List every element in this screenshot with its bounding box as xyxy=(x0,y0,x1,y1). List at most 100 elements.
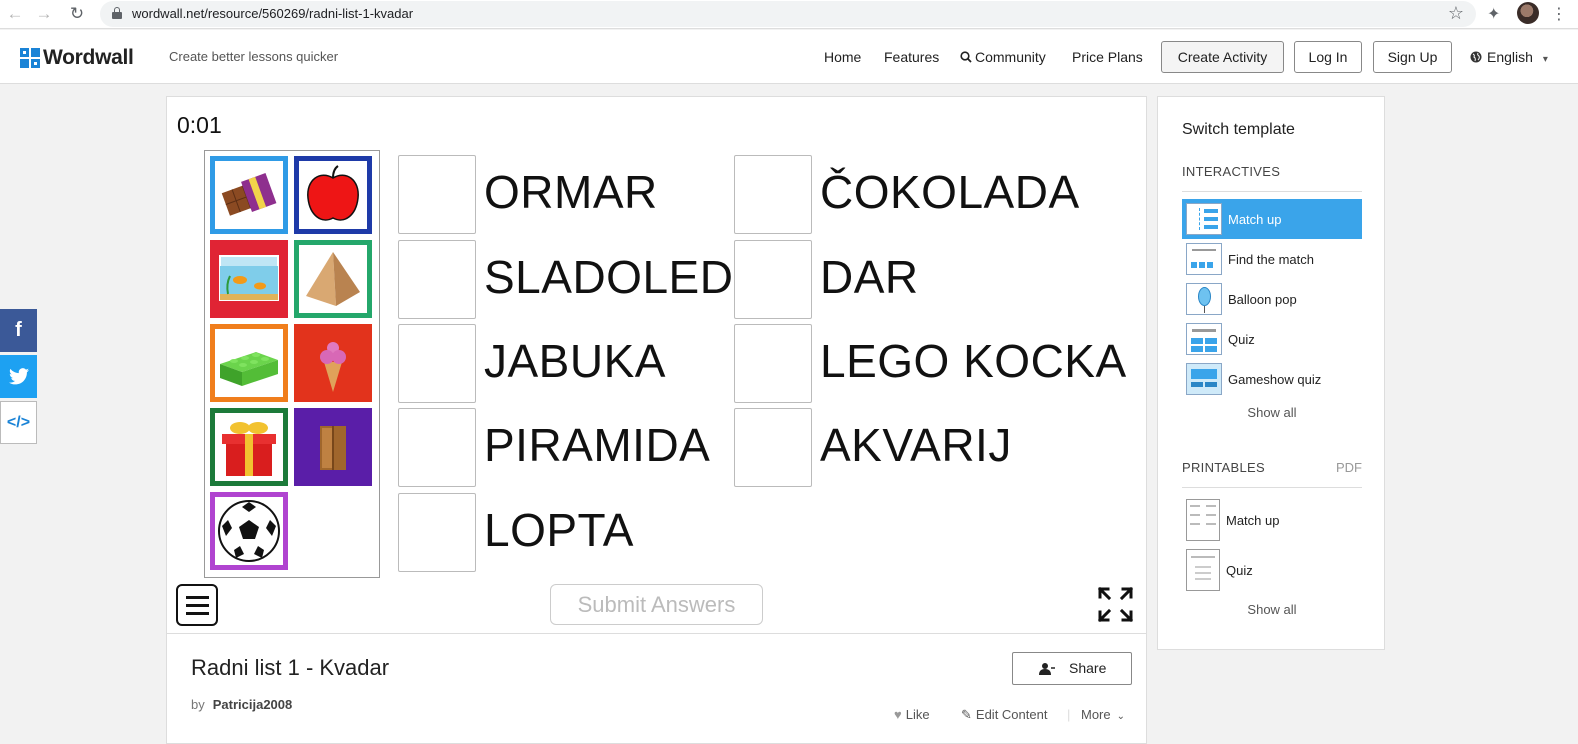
heart-icon: ♥ xyxy=(894,707,902,722)
template-sidebar: Switch template INTERACTIVES Match up Fi… xyxy=(1157,96,1385,650)
template-label: Quiz xyxy=(1228,331,1255,347)
show-all-printables[interactable]: Show all xyxy=(1182,602,1362,617)
image-tile-chocolate-bar[interactable] xyxy=(210,156,288,234)
tagline: Create better lessons quicker xyxy=(169,49,339,64)
word-jabuka: JABUKA xyxy=(484,335,666,387)
chevron-down-icon: ▾ xyxy=(1542,54,1548,65)
facebook-icon: f xyxy=(15,319,22,341)
image-tile-lego-brick[interactable] xyxy=(210,324,288,402)
nav-price-plans[interactable]: Price Plans xyxy=(1072,49,1143,65)
author-link[interactable]: Patricija2008 xyxy=(213,697,293,712)
word-piramida: PIRAMIDA xyxy=(484,419,711,471)
template-balloon-pop[interactable]: Balloon pop xyxy=(1182,279,1362,319)
gameshow-template-icon xyxy=(1186,363,1222,395)
wordwall-logo-icon xyxy=(20,48,40,68)
quiz-template-icon xyxy=(1186,323,1222,355)
bookmark-star-icon[interactable]: ☆ xyxy=(1448,3,1464,24)
search-icon xyxy=(960,51,972,63)
image-tile-ice-cream[interactable] xyxy=(294,324,372,402)
pdf-label: PDF xyxy=(1336,460,1362,475)
edit-content-button[interactable]: ✎ Edit Content xyxy=(961,707,1047,723)
share-button[interactable]: Share xyxy=(1012,652,1132,685)
football-icon xyxy=(218,500,280,562)
embed-button[interactable]: </> xyxy=(0,401,37,444)
drop-slot-lopta[interactable] xyxy=(398,493,476,572)
sidebar-rule xyxy=(1182,191,1362,192)
switch-template-title: Switch template xyxy=(1182,121,1295,138)
interactives-heading: INTERACTIVES xyxy=(1182,164,1281,179)
more-label: More xyxy=(1081,707,1111,722)
site-header: Wordwall Create better lessons quicker H… xyxy=(0,30,1578,84)
image-tile-football[interactable] xyxy=(210,492,288,570)
image-tile-pyramid[interactable] xyxy=(294,240,372,318)
image-tile-wardrobe[interactable] xyxy=(294,408,372,486)
logo-text: Wordwall xyxy=(43,46,134,69)
word-sladoled: SLADOLED xyxy=(484,251,734,303)
like-button[interactable]: ♥ Like xyxy=(894,707,930,722)
more-button[interactable]: More ⌄ xyxy=(1081,707,1125,722)
back-icon[interactable]: ← xyxy=(4,3,26,25)
nav-community[interactable]: Community xyxy=(960,49,1046,65)
drop-slot-dar[interactable] xyxy=(734,240,812,319)
forward-icon[interactable]: → xyxy=(33,3,55,25)
drop-slot-piramida[interactable] xyxy=(398,408,476,487)
activity-title: Radni list 1 - Kvadar xyxy=(191,655,390,680)
user-icon xyxy=(1039,663,1055,675)
template-label: Find the match xyxy=(1228,251,1314,267)
drop-slot-lego-kocka[interactable] xyxy=(734,324,812,403)
create-activity-button[interactable]: Create Activity xyxy=(1161,41,1284,73)
facebook-share-button[interactable]: f xyxy=(0,309,37,352)
ice-cream-icon xyxy=(320,342,346,392)
template-label: Balloon pop xyxy=(1228,291,1297,307)
match-up-template-icon xyxy=(1186,203,1222,235)
language-selector[interactable]: English ▾ xyxy=(1470,49,1548,65)
edit-label: Edit Content xyxy=(975,707,1048,722)
log-in-button[interactable]: Log In xyxy=(1294,41,1362,73)
drop-slot-ormar[interactable] xyxy=(398,155,476,234)
timer: 0:01 xyxy=(177,112,222,138)
find-the-match-template-icon xyxy=(1186,243,1222,275)
word-lopta: LOPTA xyxy=(484,504,634,556)
apple-icon xyxy=(307,165,359,221)
balloon-template-icon xyxy=(1186,283,1222,315)
address-bar[interactable]: wordwall.net/resource/560269/radni-list-… xyxy=(100,1,1476,27)
sign-up-button[interactable]: Sign Up xyxy=(1373,41,1452,73)
template-find-the-match[interactable]: Find the match xyxy=(1182,239,1362,279)
printable-quiz[interactable]: Quiz xyxy=(1182,547,1362,593)
printable-match-up[interactable]: Match up xyxy=(1182,497,1362,543)
template-match-up[interactable]: Match up xyxy=(1182,199,1362,239)
template-label: Match up xyxy=(1228,211,1282,227)
footer-separator: | xyxy=(1067,707,1071,722)
drop-slot-jabuka[interactable] xyxy=(398,324,476,403)
extensions-icon[interactable]: ✦ xyxy=(1487,4,1500,24)
browser-toolbar: ← → ↻ wordwall.net/resource/560269/radni… xyxy=(0,0,1578,29)
drop-slot-cokolada[interactable] xyxy=(734,155,812,234)
nav-community-label: Community xyxy=(975,49,1046,65)
profile-avatar[interactable] xyxy=(1517,2,1539,24)
reload-icon[interactable]: ↻ xyxy=(66,3,88,25)
twitter-share-button[interactable] xyxy=(0,355,37,398)
wordwall-logo[interactable]: Wordwall xyxy=(20,46,134,70)
nav-features[interactable]: Features xyxy=(884,49,939,65)
quiz-printable-icon xyxy=(1186,549,1220,591)
drop-slot-akvarij[interactable] xyxy=(734,408,812,487)
twitter-icon xyxy=(8,368,29,385)
image-tile-aquarium[interactable] xyxy=(210,240,288,318)
chocolate-bar-icon xyxy=(221,173,277,216)
game-menu-button[interactable] xyxy=(176,584,218,626)
image-tile-apple[interactable] xyxy=(294,156,372,234)
image-tile-gift[interactable] xyxy=(210,408,288,486)
fullscreen-icon[interactable] xyxy=(1097,586,1134,623)
url-text[interactable]: wordwall.net/resource/560269/radni-list-… xyxy=(132,6,413,21)
author-line: by Patricija2008 xyxy=(191,697,292,712)
template-quiz[interactable]: Quiz xyxy=(1182,319,1362,359)
word-ormar: ORMAR xyxy=(484,166,658,218)
panel-divider xyxy=(167,633,1146,634)
submit-answers-button[interactable]: Submit Answers xyxy=(550,584,763,625)
browser-menu-icon[interactable]: ⋮ xyxy=(1551,4,1567,24)
template-gameshow-quiz[interactable]: Gameshow quiz xyxy=(1182,359,1362,399)
show-all-interactives[interactable]: Show all xyxy=(1182,405,1362,420)
nav-home[interactable]: Home xyxy=(824,49,861,65)
wardrobe-icon xyxy=(320,426,346,470)
drop-slot-sladoled[interactable] xyxy=(398,240,476,319)
